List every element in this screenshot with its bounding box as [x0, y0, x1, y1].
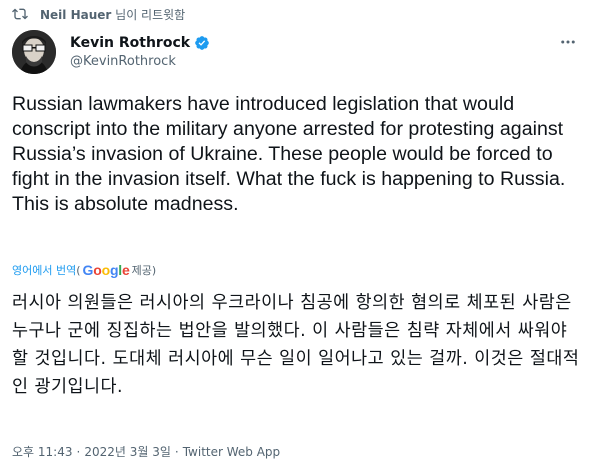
retweet-context: Neil Hauer 님이 리트윗함	[12, 4, 185, 24]
separator: ·	[76, 444, 81, 459]
tweet-date[interactable]: 2022년 3월 3일	[84, 443, 171, 460]
retweet-icon	[12, 6, 28, 22]
tweet-metadata: 오후 11:43 · 2022년 3월 3일 · Twitter Web App	[12, 443, 280, 460]
tweet-author: Kevin Rothrock @KevinRothrock	[12, 30, 582, 74]
separator: ·	[174, 444, 179, 459]
translated-from-link[interactable]: 영어에서 번역	[12, 262, 76, 278]
provided-by-label: 제공)	[131, 264, 157, 277]
translated-tweet-text: 러시아 의원들은 러시아의 우크라이나 침공에 항의한 혐의로 체포된 사람은 …	[12, 293, 580, 397]
open-paren: (	[76, 263, 81, 277]
avatar[interactable]	[12, 30, 56, 74]
retweeter-name[interactable]: Neil Hauer	[40, 8, 111, 22]
more-options-icon[interactable]	[558, 32, 578, 52]
author-handle[interactable]: @KevinRothrock	[70, 54, 210, 69]
translation-attribution: 영어에서 번역 ( Google 제공)	[12, 262, 156, 278]
tweet-source: Twitter Web App	[182, 444, 281, 459]
google-logo: Google	[82, 262, 130, 278]
tweet-text: Russian lawmakers have introduced legisl…	[12, 93, 566, 215]
retweet-suffix: 님이 리트윗함	[115, 7, 186, 22]
author-name[interactable]: Kevin Rothrock	[70, 35, 190, 51]
tweet-time[interactable]: 오후 11:43	[12, 443, 72, 460]
verified-badge-icon	[194, 35, 210, 51]
